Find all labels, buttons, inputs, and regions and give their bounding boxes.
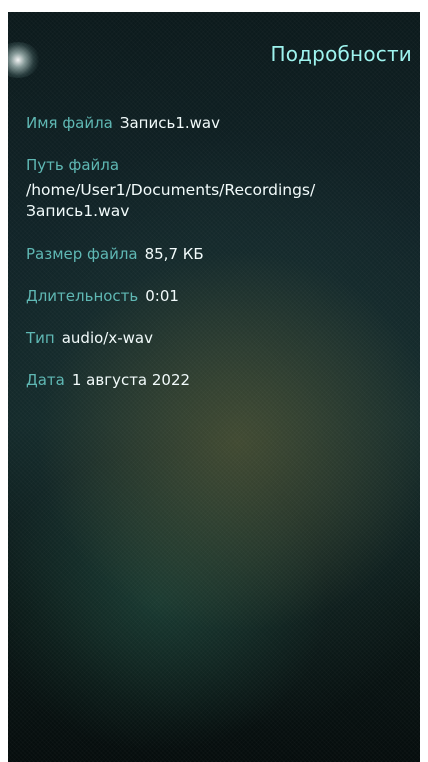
type-value: audio/x-wav: [61, 329, 153, 347]
duration-label: Длительность: [26, 287, 139, 305]
file-path-value: /home/User1/Documents/Recordings/Запись1…: [26, 181, 316, 220]
file-name-value: Запись1.wav: [119, 114, 220, 132]
file-details-list: Имя файла Запись1.wav Путь файла /home/Us…: [26, 113, 396, 412]
file-size-value: 85,7 КБ: [144, 245, 204, 263]
duration-value: 0:01: [145, 287, 179, 305]
file-size-label: Размер файла: [26, 245, 138, 263]
file-path-label: Путь файла: [26, 156, 120, 174]
detail-row-file-path: Путь файла /home/User1/Documents/Recordi…: [26, 155, 396, 222]
date-label: Дата: [26, 371, 65, 389]
date-value: 1 августа 2022: [71, 371, 191, 389]
detail-row-type: Тип audio/x-wav: [26, 328, 396, 348]
type-label: Тип: [26, 329, 55, 347]
page-title: Подробности: [270, 42, 412, 66]
details-page: Подробности Имя файла Запись1.wav Путь фа…: [8, 12, 420, 762]
pulley-menu-glow-indicator[interactable]: [8, 42, 40, 78]
detail-row-file-size: Размер файла 85,7 КБ: [26, 244, 396, 264]
detail-row-duration: Длительность 0:01: [26, 286, 396, 306]
detail-row-file-name: Имя файла Запись1.wav: [26, 113, 396, 133]
file-name-label: Имя файла: [26, 114, 113, 132]
detail-row-date: Дата 1 августа 2022: [26, 370, 396, 390]
